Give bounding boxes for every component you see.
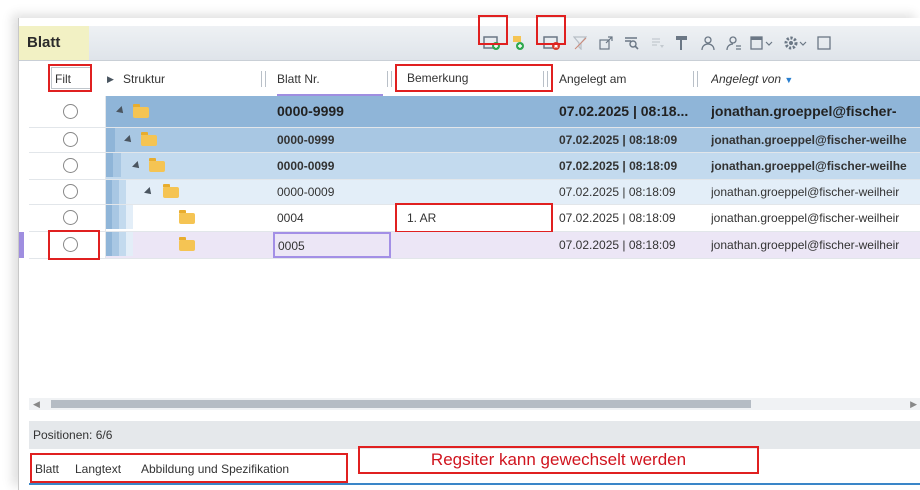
angelegt-von-cell: jonathan.groeppel@fischer-weilheir [711,185,900,199]
blatt-nr-cell: 0004 [277,211,304,225]
column-resize-handle[interactable] [387,71,392,87]
status-bar: Positionen: 6/6 [29,421,920,449]
paint-roller-icon[interactable] [671,32,693,54]
highlight-delete-folder [536,15,566,45]
annotation-callout: Regsiter kann gewechselt werden [358,446,759,474]
angelegt-am-cell: 07.02.2025 | 08:18:09 [559,133,678,147]
tree-indent [105,128,115,152]
column-resize-handle[interactable] [261,71,266,87]
table-row[interactable]: 0000-0009 07.02.2025 | 08:18:09 jonathan… [29,180,920,205]
highlight-bemerkung-header [395,64,553,92]
angelegt-von-cell: jonathan.groeppel@fischer-weilheir [711,238,900,252]
folder-icon [133,104,149,118]
angelegt-von-cell: jonathan.groeppel@fischer-weilheir [711,211,900,225]
blatt-nr-column-header[interactable]: Blatt Nr. [277,62,377,96]
angelegt-von-cell: jonathan.groeppel@fischer-weilhe [711,159,907,173]
blatt-nr-cell: 0000-0999 [277,133,335,147]
window-icon[interactable] [813,32,835,54]
angelegt-am-cell: 07.02.2025 | 08:18... [559,103,689,119]
highlight-filter-header [48,64,92,92]
angelegt-am-cell: 07.02.2025 | 08:18:09 [559,185,676,199]
tree-indent [112,205,119,229]
tree-indent [105,232,112,256]
row-select-radio[interactable] [63,210,78,225]
angelegt-von-cell: jonathan.groeppel@fischer- [711,103,897,119]
tree-indent [112,180,119,204]
row-select-radio[interactable] [63,132,78,147]
folder-icon [141,132,157,146]
bottom-accent-line [29,483,920,485]
blatt-nr-cell: 0000-9999 [277,103,344,119]
tree-indent [105,153,113,177]
angelegt-von-column-header[interactable]: Angelegt von ▼ [711,62,831,96]
sort-desc-icon: ▼ [784,75,794,85]
bemerkung-cell[interactable] [403,96,553,127]
tree-indent [119,180,126,204]
row-selection-marker [19,232,24,258]
table-row[interactable]: 0000-9999 07.02.2025 | 08:18... jonathan… [29,96,920,128]
angelegt-am-cell: 07.02.2025 | 08:18:09 [559,159,678,173]
folder-icon [163,184,179,198]
highlight-new-folder [478,15,508,45]
scroll-left-icon[interactable]: ◀ [33,398,40,410]
search-icon[interactable] [621,32,643,54]
bemerkung-cell[interactable] [403,153,553,177]
bemerkung-cell[interactable] [403,180,553,204]
table-row[interactable]: 0000-0099 07.02.2025 | 08:18:09 jonathan… [29,153,920,180]
blatt-nr-cell: 0000-0099 [277,159,335,173]
collapse-all-icon[interactable]: ▶ [107,62,115,96]
expand-icon[interactable] [595,32,617,54]
tree-indent [126,205,133,229]
filter-icon[interactable] [569,32,591,54]
tree-indent [105,180,112,204]
blatt-panel: Blatt Filt ▶ Struktur Blatt Nr. Bemerkun… [18,15,920,490]
horizontal-scrollbar[interactable]: ◀ ▶ [29,398,920,410]
row-select-radio[interactable] [63,184,78,199]
blatt-nr-cell: 0000-0009 [277,185,335,199]
scroll-right-icon[interactable]: ▶ [910,398,917,410]
highlight-tabs [30,453,348,483]
panel-header: Blatt [19,15,920,61]
highlight-bemerkung-cell [395,203,553,233]
user-search-icon[interactable] [723,32,745,54]
bemerkung-cell[interactable] [403,232,553,256]
angelegt-am-cell: 07.02.2025 | 08:18:09 [559,238,676,252]
blatt-nr-cell[interactable]: 0005 [273,232,391,258]
tree-indent [113,153,121,177]
folder-icon [149,158,165,172]
add-child-icon[interactable] [509,32,531,54]
tree-indent [119,205,126,229]
angelegt-am-column-header[interactable]: Angelegt am [559,62,699,96]
table-row[interactable]: 0000-0999 07.02.2025 | 08:18:09 jonathan… [29,128,920,153]
scrollbar-thumb[interactable] [51,400,751,408]
tree-indent [105,205,112,229]
column-divider [105,96,106,258]
tree-indent [112,232,119,256]
filter-clear-icon[interactable] [647,32,669,54]
tree-indent [126,232,133,256]
panel-title: Blatt [19,26,89,60]
grid-header: Filt ▶ Struktur Blatt Nr. Bemerkung Ange… [29,62,920,97]
row-select-radio[interactable] [63,158,78,173]
highlight-row-radio [48,230,100,260]
folder-icon [179,210,195,224]
user-icon[interactable] [697,32,719,54]
struktur-column-header[interactable]: Struktur [123,62,263,96]
row-select-radio[interactable] [63,104,78,119]
column-resize-handle[interactable] [693,71,698,87]
settings-icon[interactable] [783,32,811,54]
layout-icon[interactable] [749,32,777,54]
bemerkung-cell[interactable] [403,128,553,152]
angelegt-von-cell: jonathan.groeppel@fischer-weilhe [711,133,907,147]
angelegt-am-cell: 07.02.2025 | 08:18:09 [559,211,676,225]
folder-icon [179,237,195,251]
table-row-selected[interactable]: 0005 07.02.2025 | 08:18:09 jonathan.groe… [19,232,920,259]
tree-indent [119,232,126,256]
